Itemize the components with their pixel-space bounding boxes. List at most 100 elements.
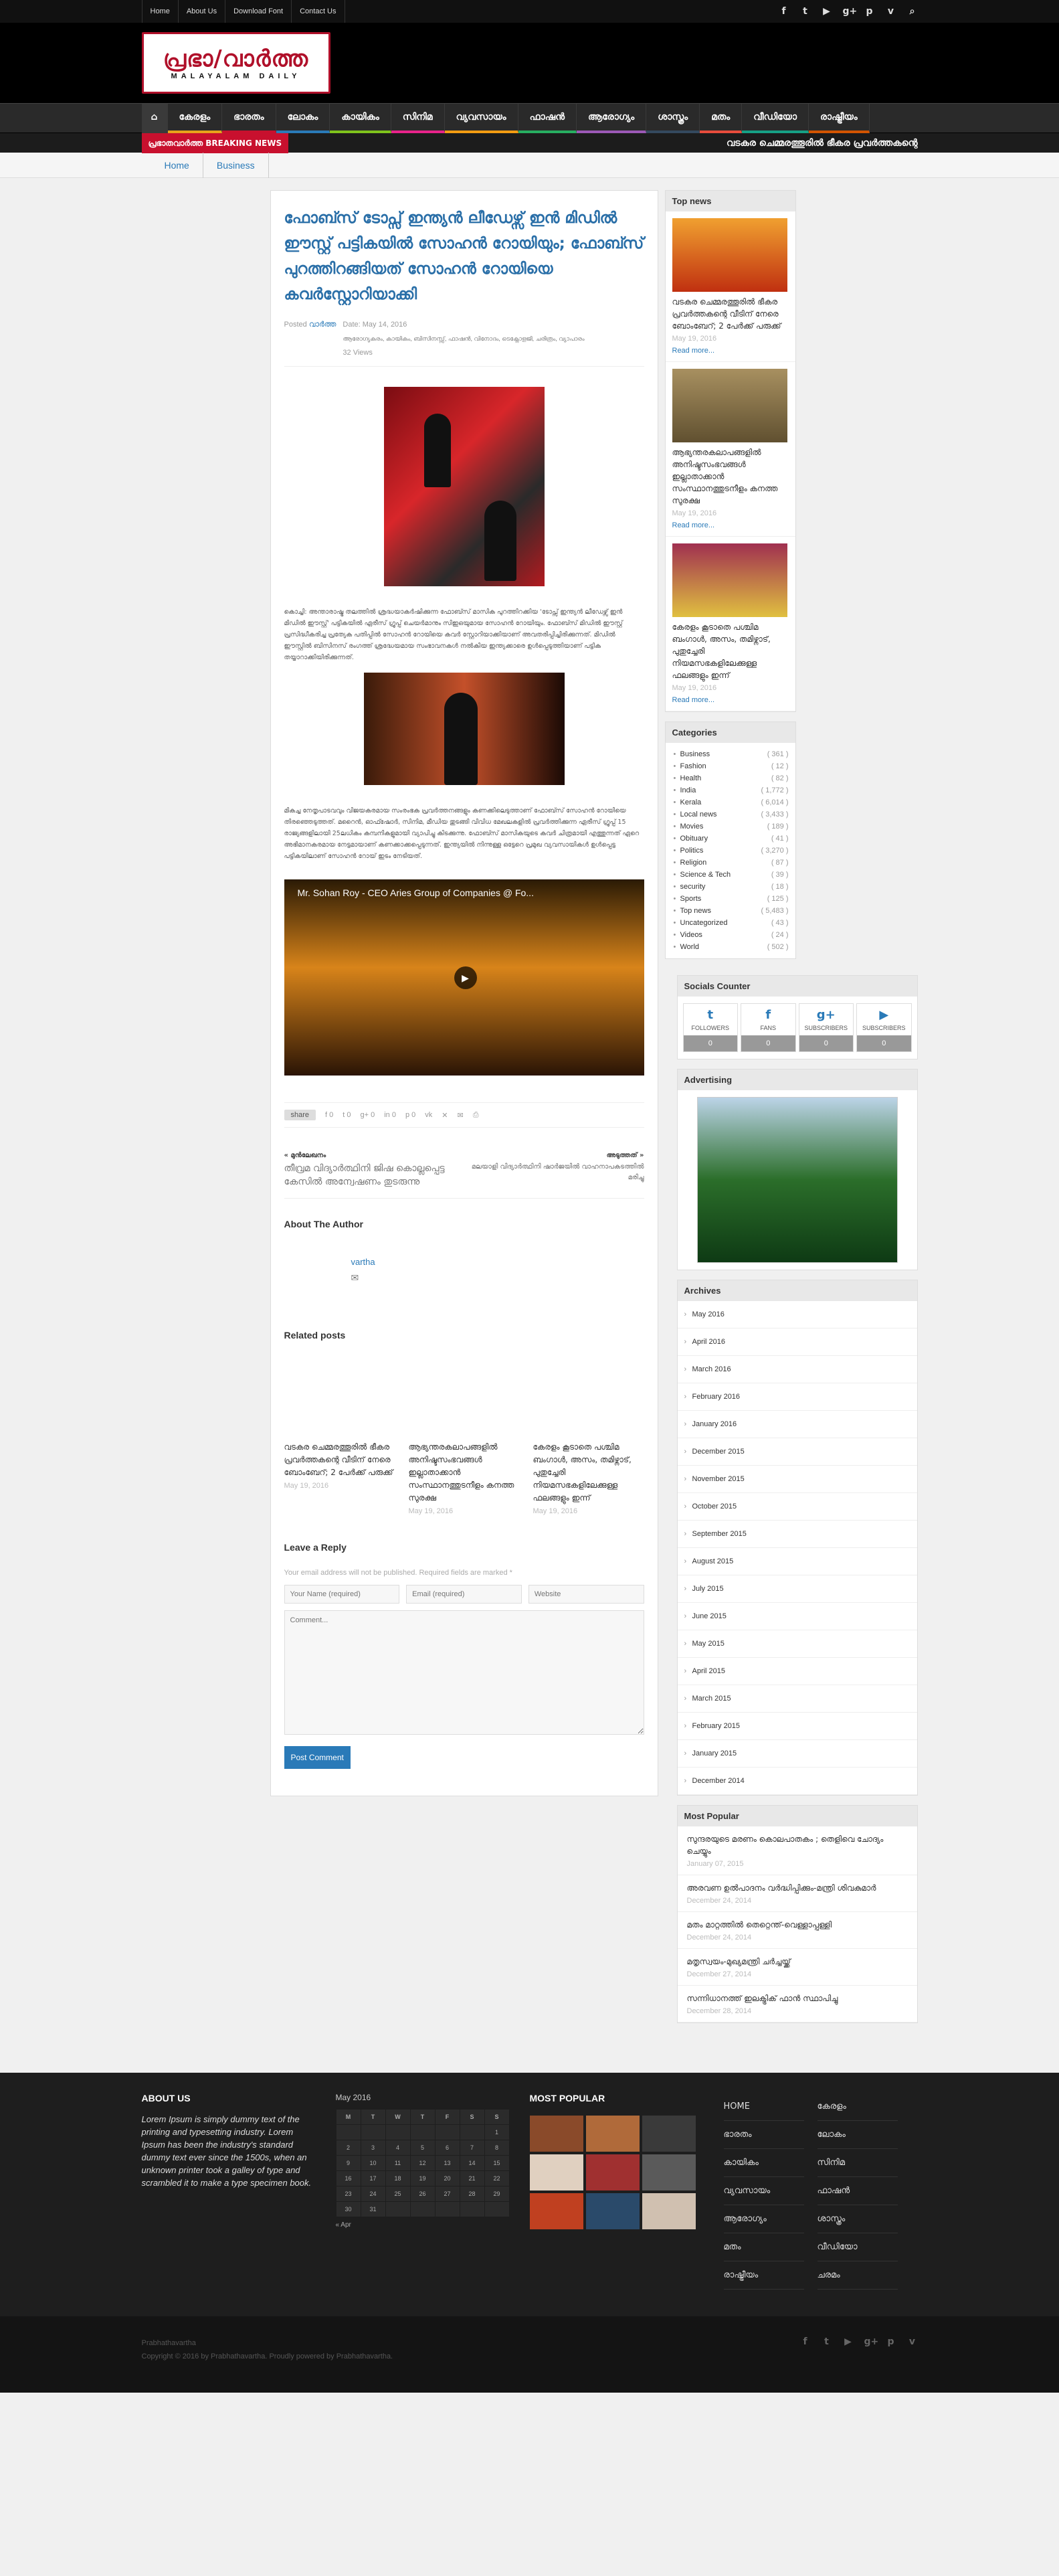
mail-icon[interactable]: ✉	[351, 1272, 375, 1284]
calendar-day[interactable]: 6	[434, 2140, 460, 2156]
category-name[interactable]: Health	[680, 774, 702, 782]
archive-item[interactable]: June 2015	[677, 1603, 917, 1630]
archive-item[interactable]: November 2015	[677, 1466, 917, 1493]
email-share-icon[interactable]: ✉	[457, 1111, 463, 1120]
category-item[interactable]: security ( 18 )	[666, 881, 795, 893]
category-item[interactable]: Uncategorized ( 43 )	[666, 917, 795, 929]
archive-item[interactable]: May 2016	[677, 1301, 917, 1328]
calendar-day[interactable]: 21	[459, 2170, 485, 2186]
related-post[interactable]: ആഭ്യന്തരകലാപങ്ങളിൽ അനിഷ്ടസംഭവങ്ങൾ ഇല്ലാത…	[409, 1441, 520, 1515]
footer-link[interactable]: ഫാഷൻ	[817, 2177, 898, 2205]
googleplus-icon[interactable]: g+	[843, 6, 858, 17]
social-counter[interactable]: f FANS 0	[741, 1003, 796, 1052]
footer-link[interactable]: ആരോഗ്യം	[723, 2205, 804, 2233]
category-item[interactable]: Kerala ( 6,014 )	[666, 796, 795, 808]
footer-link[interactable]: സിനിമ	[817, 2149, 898, 2177]
category-item[interactable]: Science & Tech ( 39 )	[666, 869, 795, 881]
category-item[interactable]: Top news ( 5,483 )	[666, 905, 795, 917]
calendar-day[interactable]: 4	[385, 2140, 411, 2156]
category-item[interactable]: Business ( 361 )	[666, 748, 795, 760]
calendar-day[interactable]: 23	[335, 2186, 361, 2202]
topnav-contact[interactable]: Contact Us	[292, 0, 345, 23]
calendar-day[interactable]: 3	[360, 2140, 386, 2156]
vk-share-icon[interactable]: vk	[425, 1111, 432, 1119]
home-icon[interactable]: ⌂	[141, 104, 168, 133]
category-item[interactable]: Politics ( 3,270 )	[666, 845, 795, 857]
top-news-item[interactable]: ആഭ്യന്തരകലാപങ്ങളിൽ അനിഷ്ടസംഭവങ്ങൾ ഇല്ലാത…	[665, 362, 795, 537]
popular-title[interactable]: അരവണ ഉൽപാദനം വർദ്ധിപ്പിക്കും-മന്ത്രി ശിവ…	[687, 1882, 908, 1894]
category-item[interactable]: Religion ( 87 )	[666, 857, 795, 869]
vimeo-icon[interactable]: v	[886, 6, 896, 17]
archive-item[interactable]: May 2015	[677, 1630, 917, 1658]
calendar-day[interactable]: 5	[409, 2140, 436, 2156]
calendar-day[interactable]: 15	[484, 2155, 510, 2171]
category-item[interactable]: Sports ( 125 )	[666, 893, 795, 905]
advertisement-image[interactable]	[696, 1097, 898, 1263]
popular-thumb[interactable]	[585, 2116, 640, 2152]
popular-title[interactable]: സുന്ദരയുടെ മരണം കൊലപാതകം ; തെളിവെ ചോദ്യം…	[687, 1833, 908, 1857]
category-name[interactable]: Local news	[680, 810, 717, 819]
archive-item[interactable]: September 2015	[677, 1521, 917, 1548]
nav-item[interactable]: സിനിമ	[391, 104, 445, 133]
calendar-day[interactable]: 27	[434, 2186, 460, 2202]
archive-item[interactable]: March 2016	[677, 1356, 917, 1383]
related-title[interactable]: ആഭ്യന്തരകലാപങ്ങളിൽ അനിഷ്ടസംഭവങ്ങൾ ഇല്ലാത…	[409, 1441, 520, 1505]
calendar-day[interactable]: 10	[360, 2155, 386, 2171]
print-icon[interactable]: ⎙	[473, 1111, 479, 1120]
video-embed[interactable]: Mr. Sohan Roy - CEO Aries Group of Compa…	[284, 879, 644, 1076]
footer-link[interactable]: വീഡിയോ	[817, 2233, 898, 2261]
site-logo[interactable]: പ്രഭാ/വാർത്ത MALAYALAM DAILY	[141, 32, 330, 94]
author-link[interactable]: വാർത്ത	[309, 321, 336, 329]
category-item[interactable]: World ( 502 )	[666, 941, 795, 953]
website-input[interactable]	[528, 1585, 644, 1604]
category-name[interactable]: Uncategorized	[680, 919, 728, 927]
category-name[interactable]: India	[680, 786, 696, 794]
popular-item[interactable]: സുന്ദരയുടെ മരണം കൊലപാതകം ; തെളിവെ ചോദ്യം…	[677, 1826, 917, 1875]
archive-item[interactable]: April 2016	[677, 1328, 917, 1356]
topnav-home[interactable]: Home	[141, 0, 179, 23]
category-item[interactable]: Movies ( 189 )	[666, 821, 795, 833]
topnav-font[interactable]: Download Font	[225, 0, 292, 23]
comment-input[interactable]	[284, 1610, 644, 1735]
category-name[interactable]: Top news	[680, 907, 711, 915]
footer-link[interactable]: ലോകം	[817, 2121, 898, 2149]
name-input[interactable]	[284, 1585, 400, 1604]
calendar-day[interactable]: 29	[484, 2186, 510, 2202]
popular-thumb[interactable]	[642, 2154, 696, 2191]
popular-title[interactable]: മതം മാറ്റത്തിൽ തെറ്റെന്ത്-വെള്ളാപ്പള്ളി	[687, 1919, 908, 1931]
twitter-share-icon[interactable]: t 0	[343, 1111, 351, 1119]
calendar-day[interactable]: 20	[434, 2170, 460, 2186]
popular-title[interactable]: മതൃസ്വയം-മുഖ്യമന്ത്രി ചർച്ചയ്ക്ക്	[687, 1956, 908, 1968]
calendar-day[interactable]: 25	[385, 2186, 411, 2202]
nav-item[interactable]: മതം	[700, 104, 743, 133]
pinterest-icon[interactable]: p	[886, 2336, 896, 2363]
social-counter[interactable]: ▶ SUBSCRIBERS 0	[856, 1003, 912, 1052]
nav-item[interactable]: ഫാഷൻ	[518, 104, 577, 133]
category-name[interactable]: Movies	[680, 823, 704, 831]
email-input[interactable]	[406, 1585, 522, 1604]
top-news-title[interactable]: വടകര ചെമ്മരത്തൂരിൽ ഭീകര പ്രവർത്തകന്റെ വീ…	[672, 296, 789, 332]
pinterest-icon[interactable]: p	[864, 6, 875, 17]
category-name[interactable]: Videos	[680, 931, 702, 939]
facebook-icon[interactable]: f	[800, 2336, 811, 2363]
category-item[interactable]: Health ( 82 )	[666, 772, 795, 784]
top-news-title[interactable]: ആഭ്യന്തരകലാപങ്ങളിൽ അനിഷ്ടസംഭവങ്ങൾ ഇല്ലാത…	[672, 446, 789, 507]
popular-thumb[interactable]	[585, 2154, 640, 2191]
calendar-day[interactable]: 2	[335, 2140, 361, 2156]
nav-item[interactable]: കേരളം	[167, 104, 223, 133]
popular-thumb[interactable]	[529, 2154, 583, 2191]
top-news-title[interactable]: കേരളം കൂടാതെ പശ്ചിമ ബംഗാൾ, അസം, തമിഴ്നാട…	[672, 621, 789, 681]
calendar-day[interactable]: 31	[360, 2201, 386, 2217]
category-name[interactable]: Sports	[680, 895, 702, 903]
vimeo-icon[interactable]: v	[907, 2336, 918, 2363]
calendar-day[interactable]: 12	[409, 2155, 436, 2171]
nav-item[interactable]: വ്യവസായം	[444, 104, 518, 133]
googleplus-icon[interactable]: g+	[864, 2336, 879, 2363]
youtube-icon[interactable]: ▶	[822, 6, 832, 17]
calendar-day[interactable]: 9	[335, 2155, 361, 2171]
calendar-day[interactable]: 14	[459, 2155, 485, 2171]
breadcrumb-home[interactable]: Home	[151, 153, 203, 178]
social-counter[interactable]: t FOLLOWERS 0	[682, 1003, 738, 1052]
category-name[interactable]: Obituary	[680, 835, 708, 843]
popular-item[interactable]: മതം മാറ്റത്തിൽ തെറ്റെന്ത്-വെള്ളാപ്പള്ളി D…	[677, 1912, 917, 1949]
